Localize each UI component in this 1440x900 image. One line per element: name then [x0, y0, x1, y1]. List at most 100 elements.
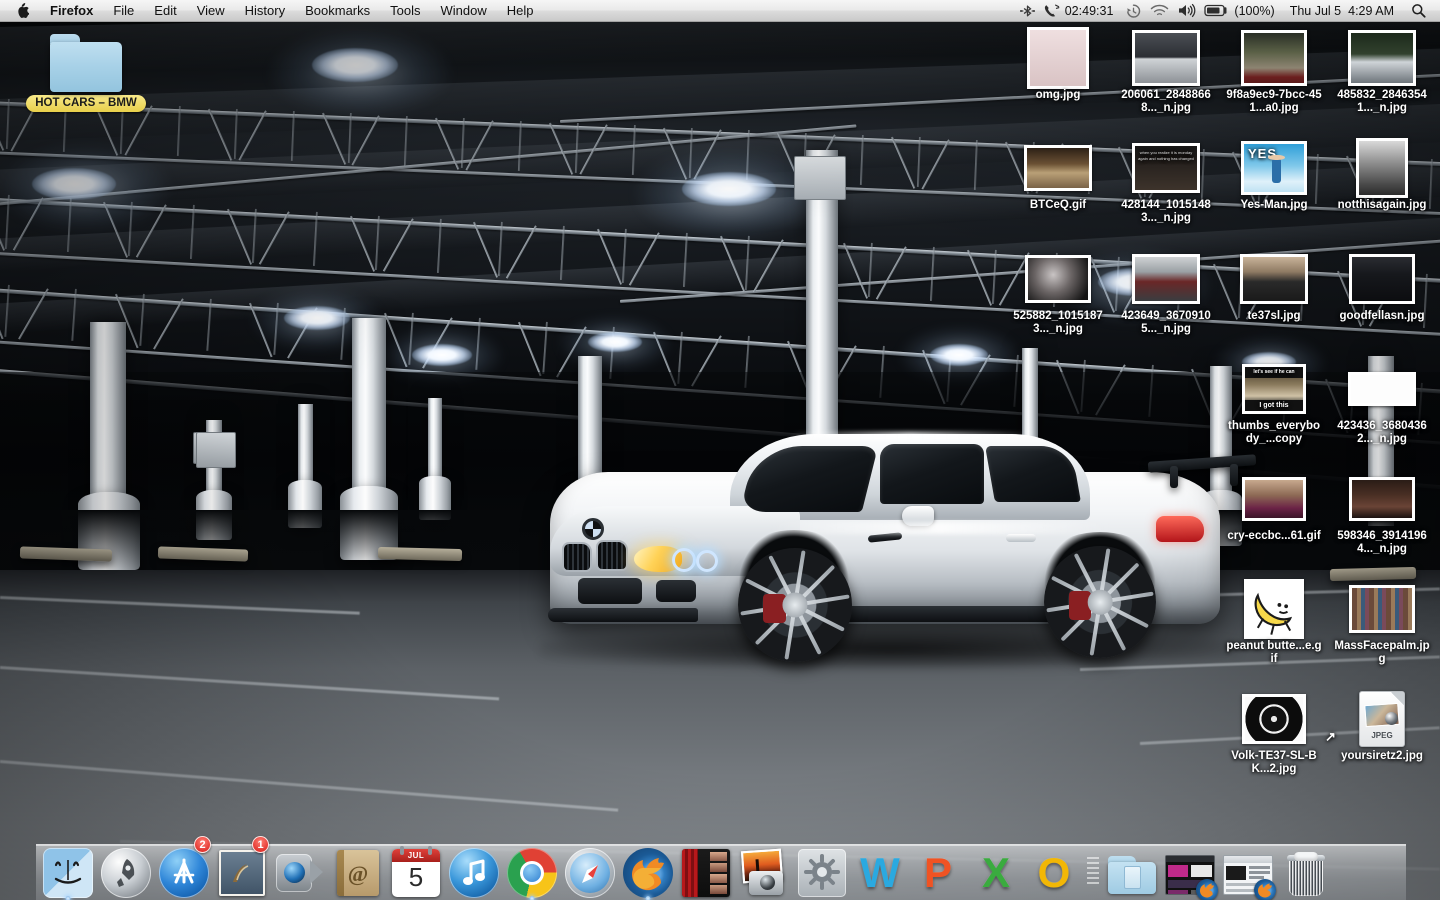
- desktop-icon-label: te37sl.jpg: [1247, 310, 1301, 322]
- desktop-icon[interactable]: notthisagain.jpg: [1332, 138, 1432, 212]
- desktop-icon-thumbnail: [1332, 581, 1432, 637]
- desktop-icon[interactable]: BTCeQ.gif: [1008, 140, 1108, 212]
- dock-item-excel[interactable]: X: [968, 838, 1024, 898]
- menu-edit[interactable]: Edit: [144, 0, 186, 22]
- image-thumbnail: [1356, 138, 1408, 198]
- menu-bar-status-area: 02:49:31 (100%) Thu Jul 5 4:29 AM: [1016, 0, 1440, 22]
- menu-bar: Firefox File Edit View History Bookmarks…: [0, 0, 1440, 22]
- dock-item-chrome[interactable]: [504, 838, 560, 900]
- menu-tools[interactable]: Tools: [380, 0, 430, 22]
- dock-item-itunes[interactable]: [446, 838, 502, 898]
- desktop-icon-label: 423649_36709105..._n.jpg: [1121, 310, 1211, 335]
- desktop-icon[interactable]: omg.jpg: [1008, 27, 1108, 102]
- image-thumbnail: when you realize it is monday again and n…: [1132, 143, 1200, 193]
- desktop-icon-thumbnail: [1008, 27, 1108, 89]
- desktop-icon[interactable]: 525882_10151873..._n.jpg: [1008, 251, 1108, 336]
- system-preferences-icon: [797, 848, 847, 898]
- dock-item-iphoto[interactable]: [736, 838, 792, 898]
- dock-item-trash[interactable]: [1278, 838, 1334, 898]
- thumbnail-art: [1352, 257, 1412, 301]
- dock-minimized-window-1[interactable]: [1162, 838, 1218, 900]
- document-preview-badge: [1385, 712, 1398, 725]
- firefox-overlay-icon: [1196, 879, 1218, 900]
- dock-item-launchpad[interactable]: [98, 838, 154, 898]
- desktop-screen: Firefox File Edit View History Bookmarks…: [0, 0, 1440, 900]
- desktop-icon-thumbnail: [1224, 471, 1324, 527]
- dock-item-outlook[interactable]: O: [1026, 838, 1082, 898]
- time-machine-icon[interactable]: [1121, 0, 1146, 22]
- desktop-icon-label: MassFacepalm.jpg: [1334, 640, 1430, 665]
- menu-bookmarks[interactable]: Bookmarks: [295, 0, 380, 22]
- dock-item-documents-stack[interactable]: [1104, 838, 1160, 898]
- desktop-icon[interactable]: YES Yes-Man.jpg: [1224, 140, 1324, 212]
- dock-item-facetime[interactable]: [272, 838, 328, 898]
- menu-app-name[interactable]: Firefox: [40, 0, 103, 22]
- bluetooth-icon[interactable]: [1016, 0, 1039, 22]
- dock-item-app-store[interactable]: 2: [156, 836, 212, 898]
- desktop-icon[interactable]: peanut butte...e.gif: [1224, 579, 1324, 666]
- desktop-icon[interactable]: goodfellasn.jpg: [1332, 251, 1432, 323]
- menu-view[interactable]: View: [187, 0, 235, 22]
- desktop-icon[interactable]: 423649_36709105..._n.jpg: [1116, 251, 1216, 336]
- desktop-icon-label: Yes-Man.jpg: [1240, 199, 1308, 211]
- search-icon[interactable]: [1401, 0, 1432, 22]
- image-thumbnail: [1132, 30, 1200, 86]
- menu-window[interactable]: Window: [431, 0, 497, 22]
- dock-item-word[interactable]: W: [852, 838, 908, 898]
- desktop-icon[interactable]: Volk-TE37-SL-BK...2.jpg: [1224, 691, 1324, 776]
- image-thumbnail: [1242, 477, 1306, 521]
- itunes-icon: [449, 848, 499, 898]
- dock-item-system-preferences[interactable]: [794, 838, 850, 898]
- desktop-icon[interactable]: MassFacepalm.jpg: [1332, 581, 1432, 666]
- call-timer: 02:49:31: [1064, 3, 1114, 18]
- desktop-icon-thumbnail: [1008, 140, 1108, 196]
- battery-percent: (100%): [1234, 3, 1275, 18]
- thumbnail-art: YES: [1244, 144, 1304, 192]
- desktop-icon-thumbnail: JPEG ↗: [1325, 691, 1432, 747]
- desktop-icon[interactable]: 598346_39141964..._n.jpg: [1332, 471, 1432, 556]
- apple-icon[interactable]: [10, 0, 40, 22]
- desktop-folder-hot-cars-bmw[interactable]: HOT CARS – BMW: [26, 34, 146, 112]
- image-thumbnail: [1244, 579, 1304, 639]
- image-thumbnail: let's see if he can I got this: [1242, 364, 1306, 414]
- menu-help[interactable]: Help: [497, 0, 544, 22]
- desktop-icon-thumbnail: [1224, 691, 1324, 747]
- dock-running-indicator: [65, 896, 71, 900]
- folder-label: HOT CARS – BMW: [26, 95, 146, 112]
- dock-separator: [1084, 846, 1102, 898]
- thumbnail-art: [1352, 588, 1412, 630]
- menu-bar-clock[interactable]: 4:29 AM: [1346, 0, 1401, 22]
- volume-icon[interactable]: [1173, 0, 1200, 22]
- dock-item-safari[interactable]: [562, 838, 618, 898]
- phone-call-icon[interactable]: [1039, 0, 1064, 22]
- desktop-icon[interactable]: 206061_28488668..._n.jpg: [1116, 30, 1216, 115]
- outlook-icon: O: [1037, 849, 1071, 896]
- desktop-icon[interactable]: 423436_36804362..._n.jpg: [1332, 361, 1432, 446]
- desktop-icon[interactable]: 9f8a9ec9-7bcc-451...a0.jpg: [1224, 30, 1324, 115]
- thumbnail-art: [1351, 33, 1413, 83]
- wifi-icon[interactable]: [1146, 0, 1173, 22]
- menu-history[interactable]: History: [235, 0, 295, 22]
- desktop-icon[interactable]: 485832_28463541..._n.jpg: [1332, 30, 1432, 115]
- desktop-icon[interactable]: te37sl.jpg: [1224, 251, 1324, 323]
- desktop-icon-label: 206061_28488668..._n.jpg: [1121, 89, 1211, 114]
- desktop-icon-thumbnail: [1224, 30, 1324, 86]
- menu-file[interactable]: File: [103, 0, 144, 22]
- launchpad-icon: [101, 848, 151, 898]
- dock-item-ical[interactable]: JUL 5: [388, 838, 444, 898]
- desktop-icon[interactable]: let's see if he can I got this thumbs_ever…: [1224, 361, 1324, 446]
- dock-item-finder[interactable]: [40, 838, 96, 900]
- desktop-icon[interactable]: JPEG ↗ yoursiretz2.jpg: [1325, 691, 1432, 763]
- desktop-icon[interactable]: when you realize it is monday again and n…: [1116, 140, 1216, 225]
- menu-bar-date[interactable]: Thu Jul 5: [1283, 0, 1346, 22]
- desktop-icon-label: 9f8a9ec9-7bcc-451...a0.jpg: [1226, 89, 1322, 114]
- desktop-icon-thumbnail: [1116, 251, 1216, 307]
- dock-item-powerpoint[interactable]: P: [910, 838, 966, 898]
- dock-item-address-book[interactable]: @: [330, 838, 386, 898]
- desktop-icon[interactable]: cry-eccbc...61.gif: [1224, 471, 1324, 543]
- dock-item-photo-booth[interactable]: [678, 838, 734, 898]
- battery-icon[interactable]: [1200, 0, 1232, 22]
- dock-minimized-window-2[interactable]: [1220, 838, 1276, 900]
- dock-item-firefox[interactable]: [620, 838, 676, 900]
- dock-item-mail[interactable]: 1: [214, 836, 270, 898]
